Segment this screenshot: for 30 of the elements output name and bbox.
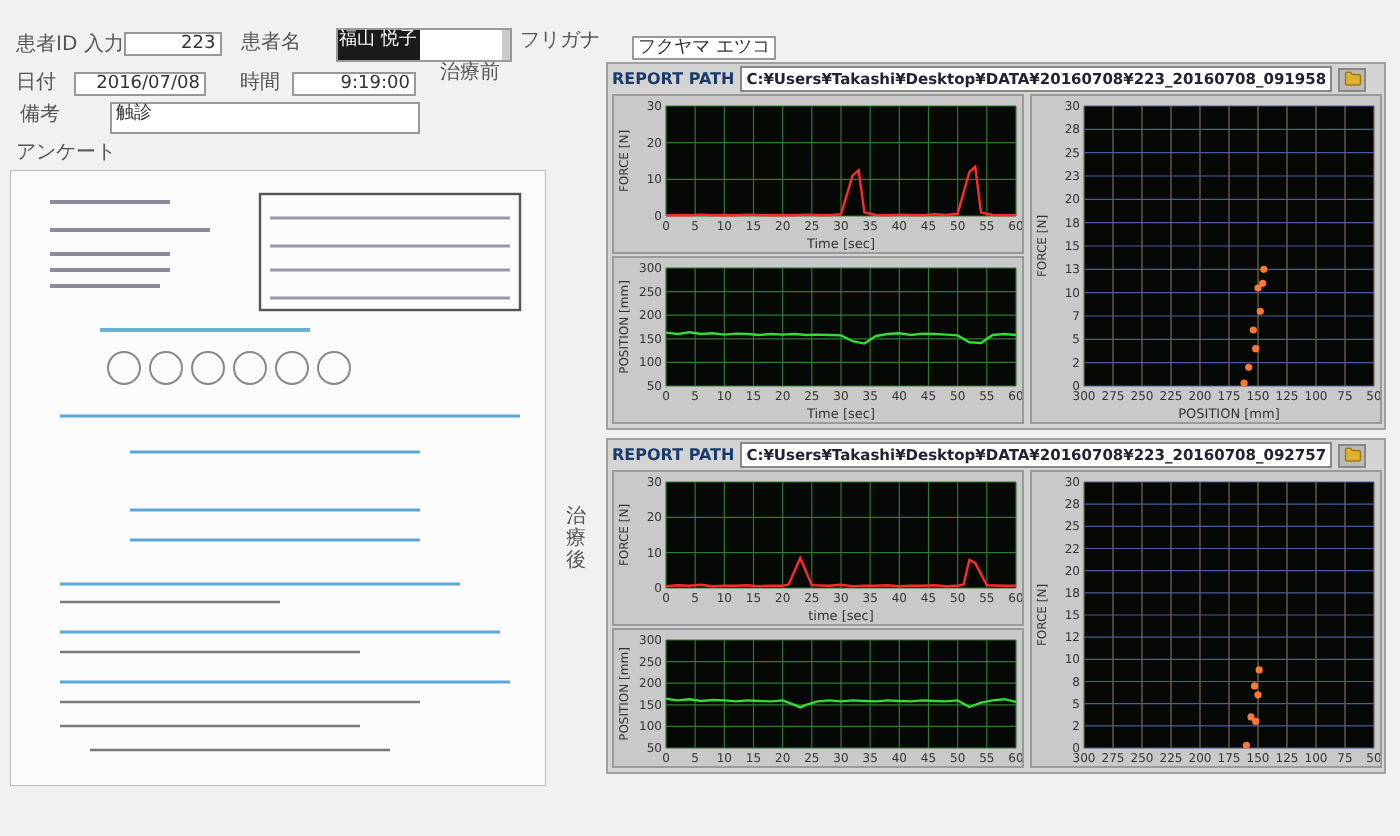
section-label: 治療前 [440, 64, 500, 84]
browse-button[interactable] [1338, 443, 1367, 467]
field-label: フリガナ [520, 32, 601, 52]
data-point [1242, 741, 1250, 749]
furigana-field[interactable]: フクヤマ エツコ [632, 36, 776, 60]
data-point [1256, 307, 1264, 315]
path-label: REPORT PATH [612, 67, 735, 91]
browse-button[interactable] [1338, 67, 1367, 91]
folder-icon [1343, 446, 1362, 464]
field-label: 日付 [16, 74, 58, 94]
path-label: REPORT PATH [612, 443, 735, 467]
folder-icon [1343, 70, 1362, 88]
patient-name-field[interactable]: 福山 悦子 [335, 28, 513, 62]
data-point [1245, 363, 1253, 371]
time-field[interactable]: 9:19:00 [292, 72, 416, 96]
data-point [1255, 666, 1263, 674]
patient-id-field[interactable]: 223 [124, 32, 222, 56]
field-label: 備考 [20, 106, 62, 126]
field-label: 時間 [240, 74, 282, 94]
data-point [1249, 326, 1257, 334]
date-field[interactable]: 2016/07/08 [74, 72, 206, 96]
section-label: アンケート [16, 144, 118, 164]
field-label: 患者名 [241, 34, 304, 54]
field-label: 患者ID 入力 [16, 36, 125, 56]
data-point [1260, 265, 1268, 273]
section-label: 治療後 [566, 506, 586, 576]
data-point [1252, 345, 1260, 353]
name-text: 福山 悦子 [337, 30, 420, 60]
remarks-field[interactable]: 触診 [110, 102, 420, 134]
data-point [1240, 379, 1248, 387]
